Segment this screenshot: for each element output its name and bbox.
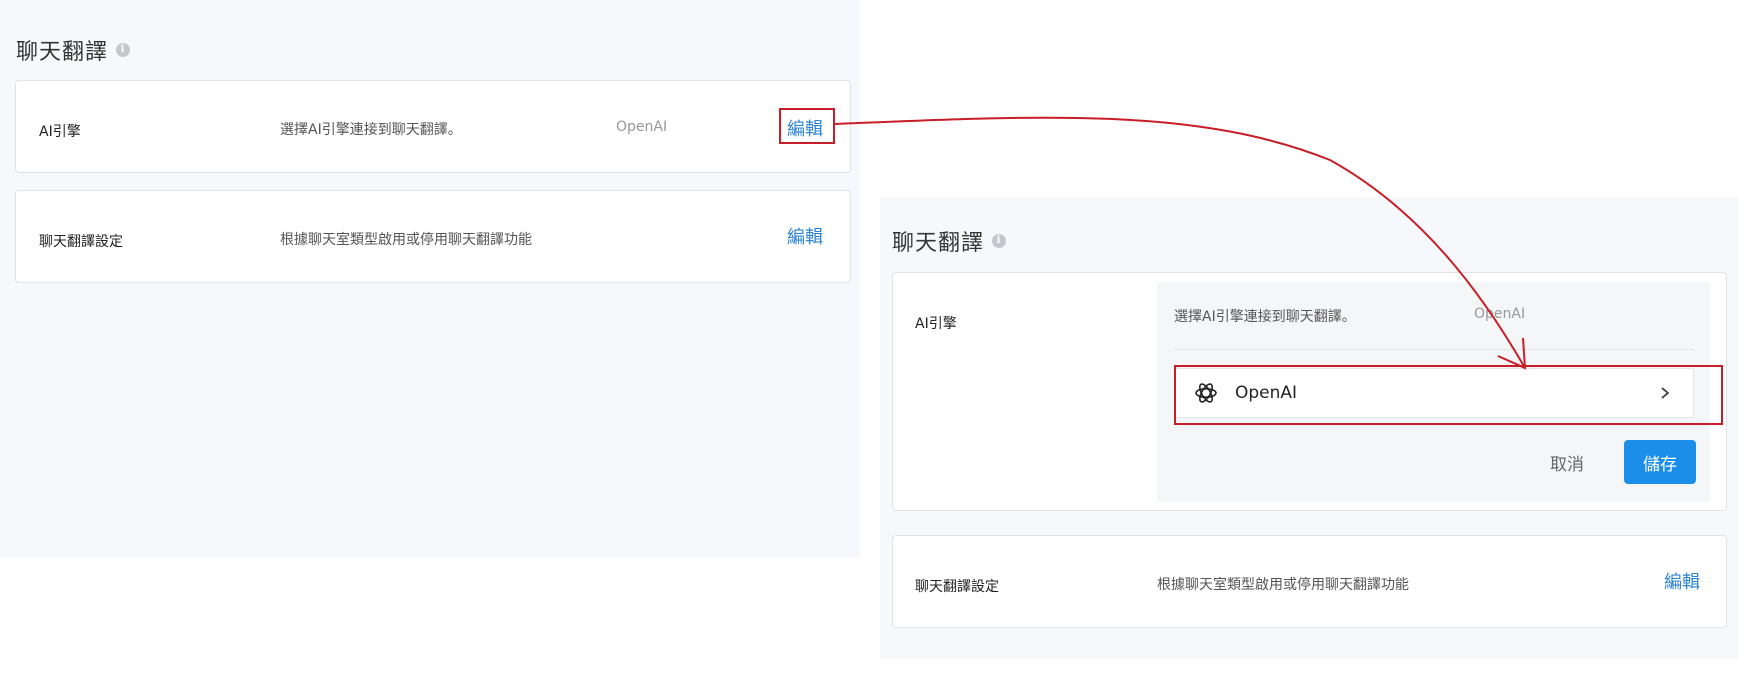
translation-settings-label: 聊天翻譯設定	[915, 579, 999, 595]
translation-settings-description: 根據聊天室類型啟用或停用聊天翻譯功能	[280, 232, 532, 248]
ai-engine-description: 選擇AI引擎連接到聊天翻譯。	[1174, 309, 1356, 325]
section-title-text: 聊天翻譯	[892, 231, 985, 256]
translation-settings-edit-link[interactable]: 編輯	[787, 223, 823, 249]
ai-engine-value: OpenAI	[1474, 306, 1526, 322]
info-icon[interactable]: i	[992, 234, 1007, 248]
translation-settings-edit-link[interactable]: 編輯	[1664, 568, 1700, 594]
cancel-button[interactable]: 取消	[1550, 450, 1584, 475]
translation-settings-description: 根據聊天室類型啟用或停用聊天翻譯功能	[1157, 577, 1409, 593]
translation-settings-label: 聊天翻譯設定	[39, 234, 123, 250]
divider	[1174, 349, 1694, 350]
ai-engine-card: AI引擎 選擇AI引擎連接到聊天翻譯。 OpenAI 編輯	[15, 80, 851, 173]
translation-settings-card: 聊天翻譯設定 根據聊天室類型啟用或停用聊天翻譯功能 編輯	[892, 535, 1727, 628]
ai-engine-label: AI引擎	[39, 124, 81, 140]
settings-panel-before: 聊天翻譯 i AI引擎 選擇AI引擎連接到聊天翻譯。 OpenAI 編輯 聊天翻…	[0, 0, 860, 557]
highlight-box-option	[1174, 365, 1723, 425]
translation-settings-card: 聊天翻譯設定 根據聊天室類型啟用或停用聊天翻譯功能 編輯	[15, 190, 851, 283]
section-title-text: 聊天翻譯	[16, 40, 109, 65]
info-icon[interactable]: i	[116, 43, 131, 57]
highlight-box-edit	[779, 108, 835, 144]
settings-panel-after: 聊天翻譯 i AI引擎 選擇AI引擎連接到聊天翻譯。 OpenAI OpenAI	[880, 197, 1738, 659]
section-title: 聊天翻譯 i	[16, 34, 131, 66]
section-title: 聊天翻譯 i	[892, 225, 1007, 257]
ai-engine-description: 選擇AI引擎連接到聊天翻譯。	[280, 122, 462, 138]
ai-engine-label: AI引擎	[915, 316, 957, 332]
save-button[interactable]: 儲存	[1624, 440, 1696, 484]
ai-engine-value: OpenAI	[616, 119, 668, 135]
